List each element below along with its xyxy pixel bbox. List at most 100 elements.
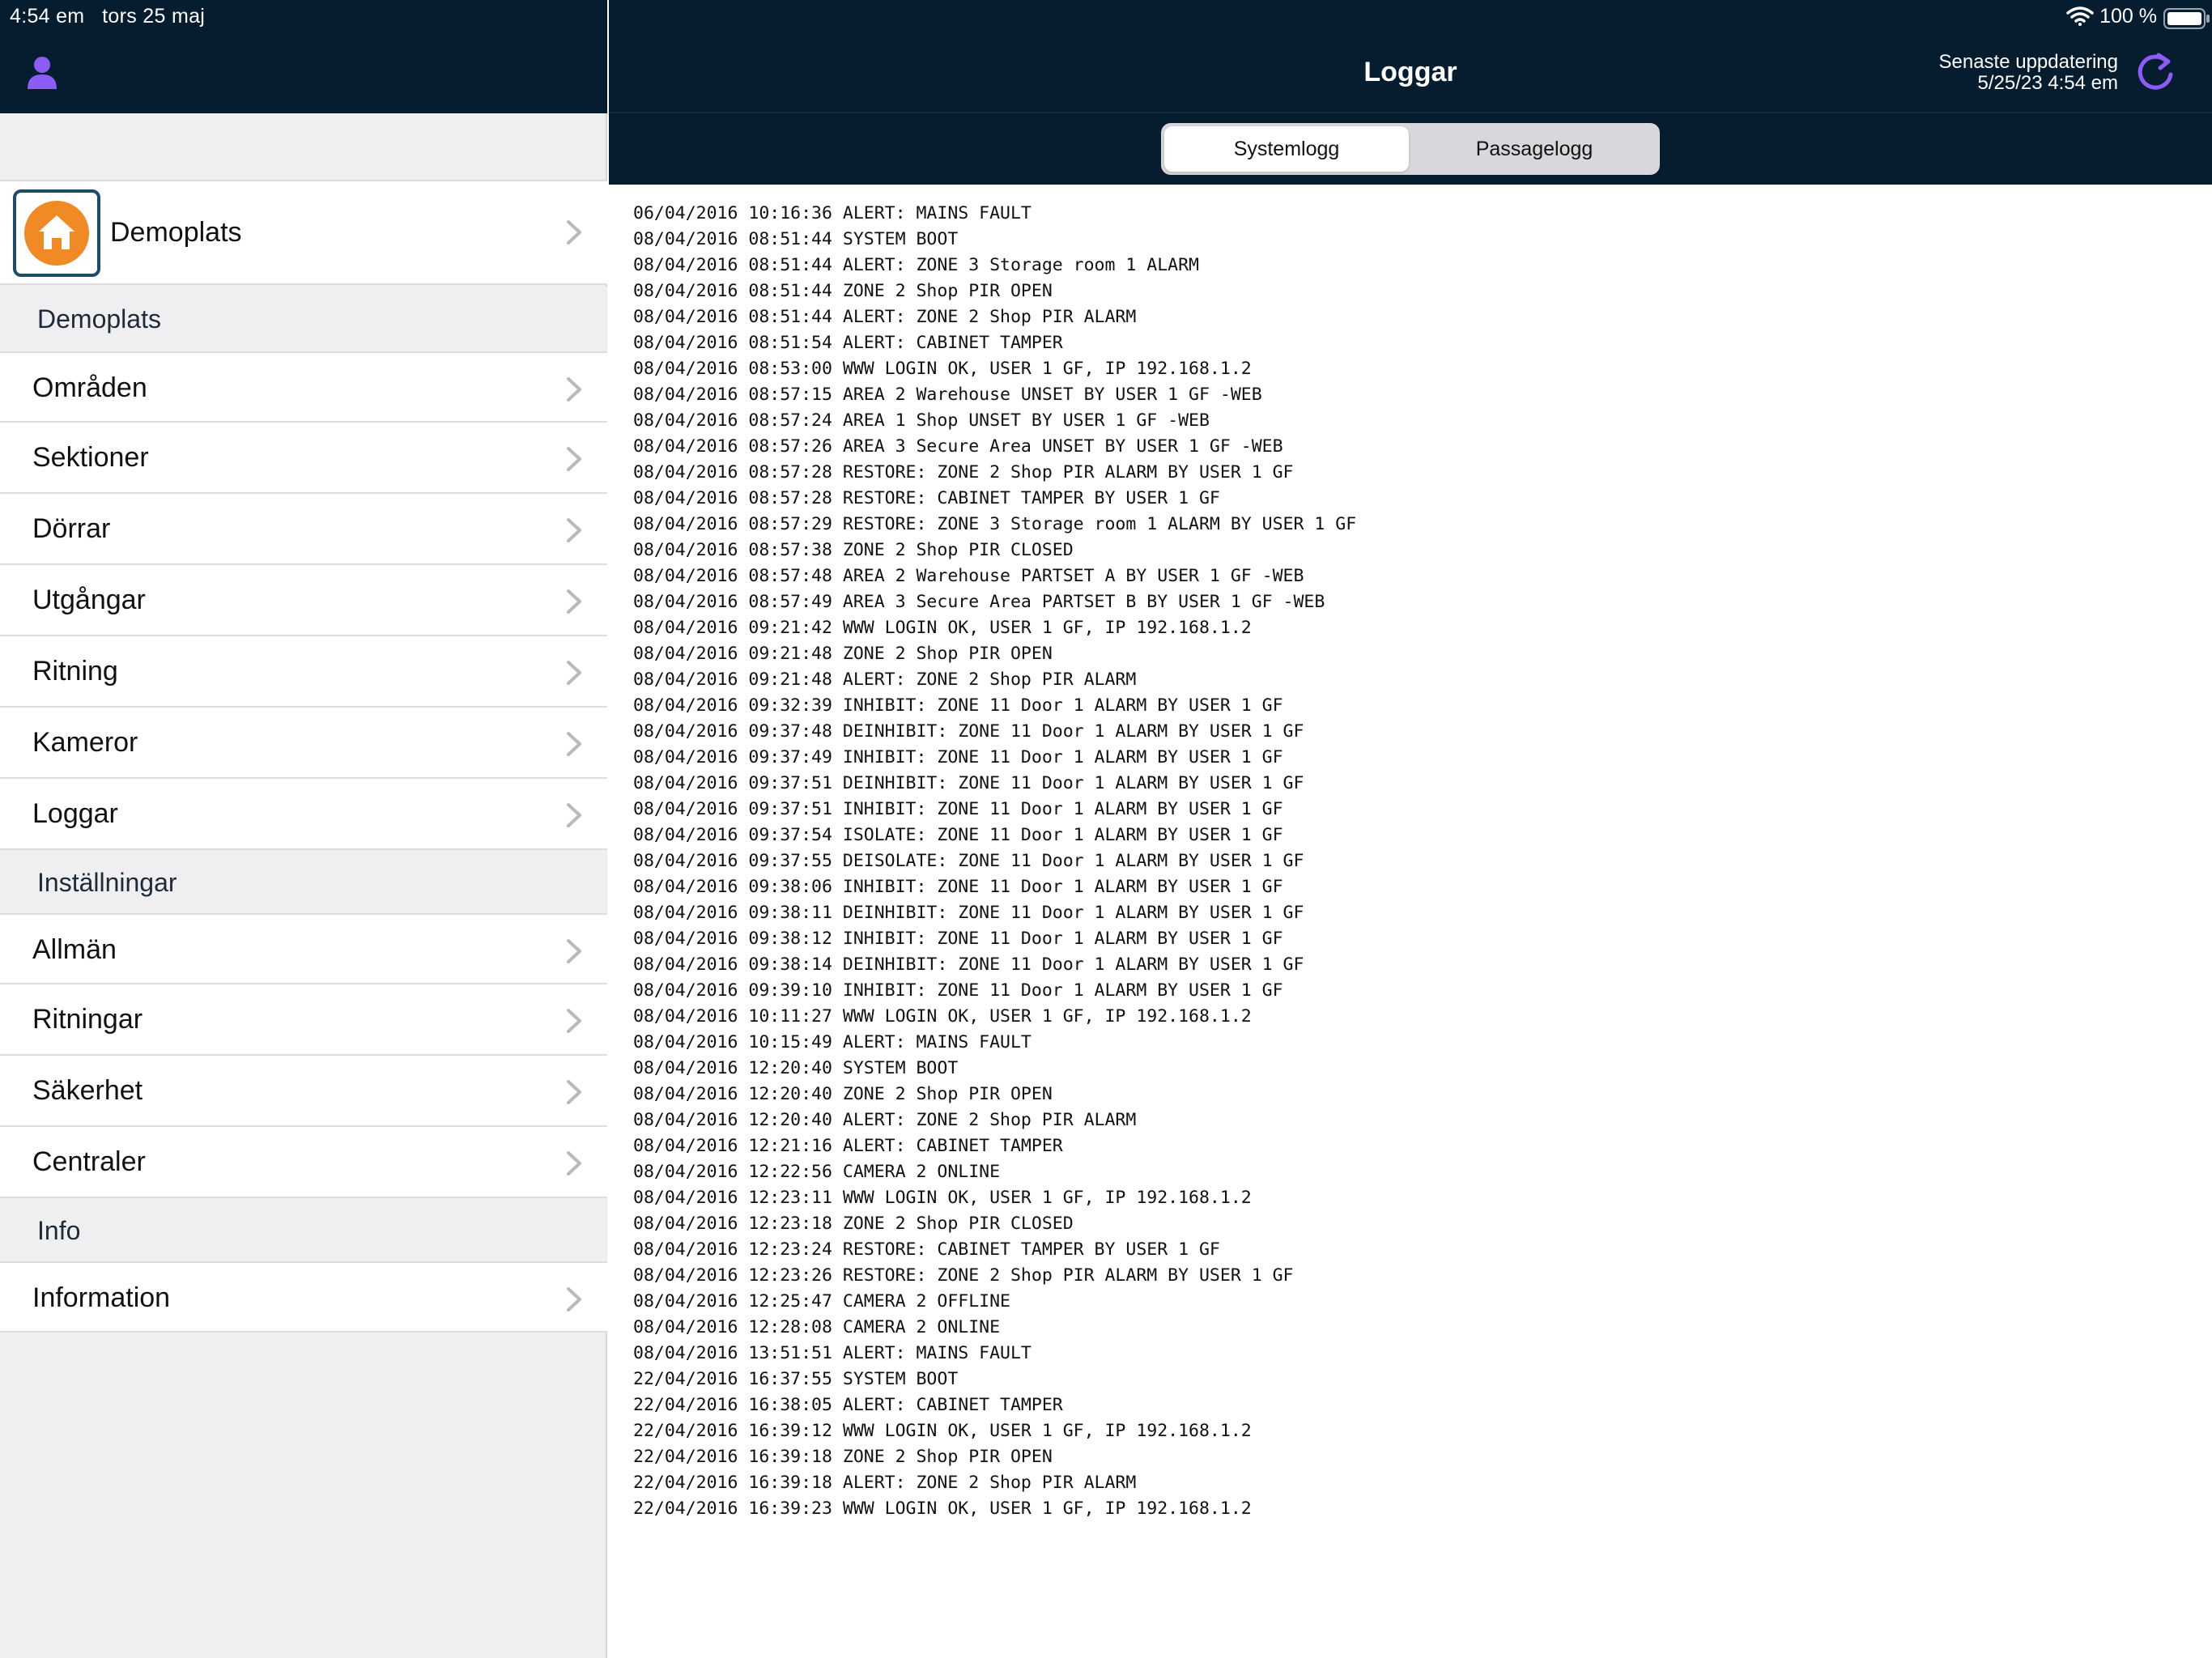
- log-entry: 08/04/2016 09:32:39 INHIBIT: ZONE 11 Doo…: [633, 695, 1283, 716]
- chevron-right-icon: [567, 377, 581, 402]
- sidebar-item-ritningar[interactable]: Ritningar: [0, 984, 607, 1056]
- sidebar-item-label: Ritningar: [32, 1004, 143, 1035]
- log-entry: 08/04/2016 10:11:27 WWW LOGIN OK, USER 1…: [633, 1006, 1252, 1027]
- log-entry: 08/04/2016 13:51:51 ALERT: MAINS FAULT: [633, 1343, 1032, 1363]
- sidebar-item-omraden[interactable]: Områden: [0, 351, 607, 423]
- sidebar-item-dorrar[interactable]: Dörrar: [0, 494, 607, 565]
- section-title: Demoplats: [37, 304, 161, 334]
- user-icon[interactable]: [26, 55, 58, 89]
- log-entry: 08/04/2016 12:20:40 ALERT: ZONE 2 Shop P…: [633, 1110, 1137, 1130]
- log-entry: 08/04/2016 08:57:26 AREA 3 Secure Area U…: [633, 436, 1283, 457]
- sidebar-header: 4:54 em tors 25 maj: [0, 0, 607, 113]
- log-entry: 22/04/2016 16:39:18 ZONE 2 Shop PIR OPEN: [633, 1447, 1053, 1467]
- wifi-icon: [2066, 6, 2094, 26]
- log-entry: 06/04/2016 10:16:36 ALERT: MAINS FAULT: [633, 203, 1032, 223]
- chevron-right-icon: [567, 732, 581, 756]
- chevron-right-icon: [567, 447, 581, 471]
- chevron-right-icon: [567, 803, 581, 827]
- sidebar-item-utgangar[interactable]: Utgångar: [0, 565, 607, 636]
- sidebar-item-allman[interactable]: Allmän: [0, 913, 607, 984]
- sidebar-item-label: Centraler: [32, 1146, 146, 1177]
- log-entry: 22/04/2016 16:39:12 WWW LOGIN OK, USER 1…: [633, 1421, 1252, 1441]
- header-divider: [609, 112, 2212, 113]
- status-time-date: 4:54 em tors 25 maj: [10, 5, 206, 28]
- log-entry: 08/04/2016 08:51:44 ZONE 2 Shop PIR OPEN: [633, 281, 1053, 301]
- tab-systemlogg[interactable]: Systemlogg: [1164, 126, 1409, 172]
- log-entry: 08/04/2016 09:38:11 DEINHIBIT: ZONE 11 D…: [633, 903, 1304, 923]
- sidebar-item-centraler[interactable]: Centraler: [0, 1127, 607, 1198]
- home-icon: [24, 201, 89, 266]
- chevron-right-icon: [567, 518, 581, 542]
- sidebar-item-sektioner[interactable]: Sektioner: [0, 423, 607, 494]
- sidebar-item-label: Allmän: [32, 934, 117, 965]
- chevron-right-icon: [567, 220, 581, 244]
- sidebar-item-label: Områden: [32, 372, 147, 403]
- log-entry: 08/04/2016 09:37:51 INHIBIT: ZONE 11 Doo…: [633, 799, 1283, 819]
- tab-passagelogg[interactable]: Passagelogg: [1412, 126, 1657, 172]
- log-entry: 08/04/2016 09:39:10 INHIBIT: ZONE 11 Doo…: [633, 980, 1283, 1001]
- chevron-right-icon: [567, 1287, 581, 1312]
- log-entry: 08/04/2016 12:23:24 RESTORE: CABINET TAM…: [633, 1239, 1220, 1260]
- sidebar-item-label: Information: [32, 1282, 171, 1313]
- log-entry: 08/04/2016 09:37:55 DEISOLATE: ZONE 11 D…: [633, 851, 1304, 871]
- log-entry: 08/04/2016 08:57:48 AREA 2 Warehouse PAR…: [633, 566, 1304, 586]
- log-entry: 08/04/2016 08:57:28 RESTORE: ZONE 2 Shop…: [633, 462, 1294, 483]
- log-entry: 22/04/2016 16:37:55 SYSTEM BOOT: [633, 1369, 959, 1389]
- site-label: Demoplats: [110, 217, 242, 248]
- sidebar-item-kameror[interactable]: Kameror: [0, 708, 607, 779]
- log-entry: 08/04/2016 12:25:47 CAMERA 2 OFFLINE: [633, 1291, 1010, 1312]
- log-entry: 08/04/2016 09:37:48 DEINHIBIT: ZONE 11 D…: [633, 721, 1304, 742]
- chevron-right-icon: [567, 1009, 581, 1033]
- log-entry: 08/04/2016 10:15:49 ALERT: MAINS FAULT: [633, 1032, 1032, 1052]
- chevron-right-icon: [567, 1151, 581, 1175]
- log-entry: 08/04/2016 08:51:44 ALERT: ZONE 2 Shop P…: [633, 307, 1137, 327]
- site-row-demoplats[interactable]: Demoplats: [0, 180, 607, 285]
- chevron-right-icon: [567, 939, 581, 963]
- log-entry: 08/04/2016 12:20:40 SYSTEM BOOT: [633, 1058, 959, 1078]
- log-entry: 08/04/2016 12:23:11 WWW LOGIN OK, USER 1…: [633, 1188, 1252, 1208]
- log-entry: 08/04/2016 08:57:49 AREA 3 Secure Area P…: [633, 592, 1325, 612]
- log-entry: 08/04/2016 12:21:16 ALERT: CABINET TAMPE…: [633, 1136, 1063, 1156]
- sidebar-item-label: Dörrar: [32, 513, 111, 544]
- log-entry: 08/04/2016 08:51:44 SYSTEM BOOT: [633, 229, 959, 249]
- sidebar-item-label: Utgångar: [32, 585, 146, 615]
- main-header: 100 % Loggar Senaste uppdatering 5/25/23…: [609, 0, 2212, 185]
- section-title: Inställningar: [37, 868, 177, 897]
- log-entry: 08/04/2016 09:21:42 WWW LOGIN OK, USER 1…: [633, 618, 1252, 638]
- chevron-right-icon: [567, 661, 581, 685]
- log-entry: 08/04/2016 09:38:14 DEINHIBIT: ZONE 11 D…: [633, 954, 1304, 975]
- log-entry: 08/04/2016 12:20:40 ZONE 2 Shop PIR OPEN: [633, 1084, 1053, 1104]
- sidebar-item-label: Säkerhet: [32, 1075, 143, 1106]
- site-icon: [13, 189, 100, 277]
- sidebar-item-ritning[interactable]: Ritning: [0, 636, 607, 708]
- section-header-demoplats: Demoplats: [0, 287, 607, 351]
- log-entry: 08/04/2016 08:53:00 WWW LOGIN OK, USER 1…: [633, 359, 1252, 379]
- log-entry: 08/04/2016 08:57:28 RESTORE: CABINET TAM…: [633, 488, 1220, 508]
- log-entry: 08/04/2016 12:23:18 ZONE 2 Shop PIR CLOS…: [633, 1214, 1074, 1234]
- log-entry: 22/04/2016 16:38:05 ALERT: CABINET TAMPE…: [633, 1395, 1063, 1415]
- log-type-segmented-control: Systemlogg Passagelogg: [1161, 123, 1660, 175]
- log-entry: 22/04/2016 16:39:23 WWW LOGIN OK, USER 1…: [633, 1499, 1252, 1519]
- section-title: Info: [37, 1216, 81, 1245]
- sidebar-item-label: Sektioner: [32, 442, 149, 473]
- last-update-info: Senaste uppdatering 5/25/23 4:54 em: [1938, 52, 2118, 94]
- log-entry: 08/04/2016 09:21:48 ALERT: ZONE 2 Shop P…: [633, 670, 1137, 690]
- log-entry: 08/04/2016 08:57:38 ZONE 2 Shop PIR CLOS…: [633, 540, 1074, 560]
- refresh-icon[interactable]: [2134, 52, 2176, 94]
- log-entry: 08/04/2016 08:51:44 ALERT: ZONE 3 Storag…: [633, 255, 1199, 275]
- sidebar-item-label: Kameror: [32, 727, 138, 758]
- sidebar-item-sakerhet[interactable]: Säkerhet: [0, 1056, 607, 1127]
- log-list[interactable]: 06/04/2016 10:16:36 ALERT: MAINS FAULT 08…: [633, 201, 2172, 1522]
- sidebar-item-information[interactable]: Information: [0, 1261, 607, 1333]
- log-entry: 08/04/2016 08:57:24 AREA 1 Shop UNSET BY…: [633, 410, 1210, 431]
- sidebar-item-loggar[interactable]: Loggar: [0, 779, 607, 850]
- battery-status: 100 %: [2099, 5, 2157, 28]
- log-entry: 08/04/2016 09:38:12 INHIBIT: ZONE 11 Doo…: [633, 929, 1283, 949]
- log-entry: 08/04/2016 08:51:54 ALERT: CABINET TAMPE…: [633, 333, 1063, 353]
- section-header-installningar: Inställningar: [0, 850, 607, 915]
- log-entry: 08/04/2016 12:23:26 RESTORE: ZONE 2 Shop…: [633, 1265, 1294, 1286]
- log-entry: 08/04/2016 08:57:15 AREA 2 Warehouse UNS…: [633, 385, 1262, 405]
- log-entry: 08/04/2016 09:38:06 INHIBIT: ZONE 11 Doo…: [633, 877, 1283, 897]
- sidebar-item-label: Ritning: [32, 656, 118, 687]
- log-entry: 08/04/2016 09:37:49 INHIBIT: ZONE 11 Doo…: [633, 747, 1283, 767]
